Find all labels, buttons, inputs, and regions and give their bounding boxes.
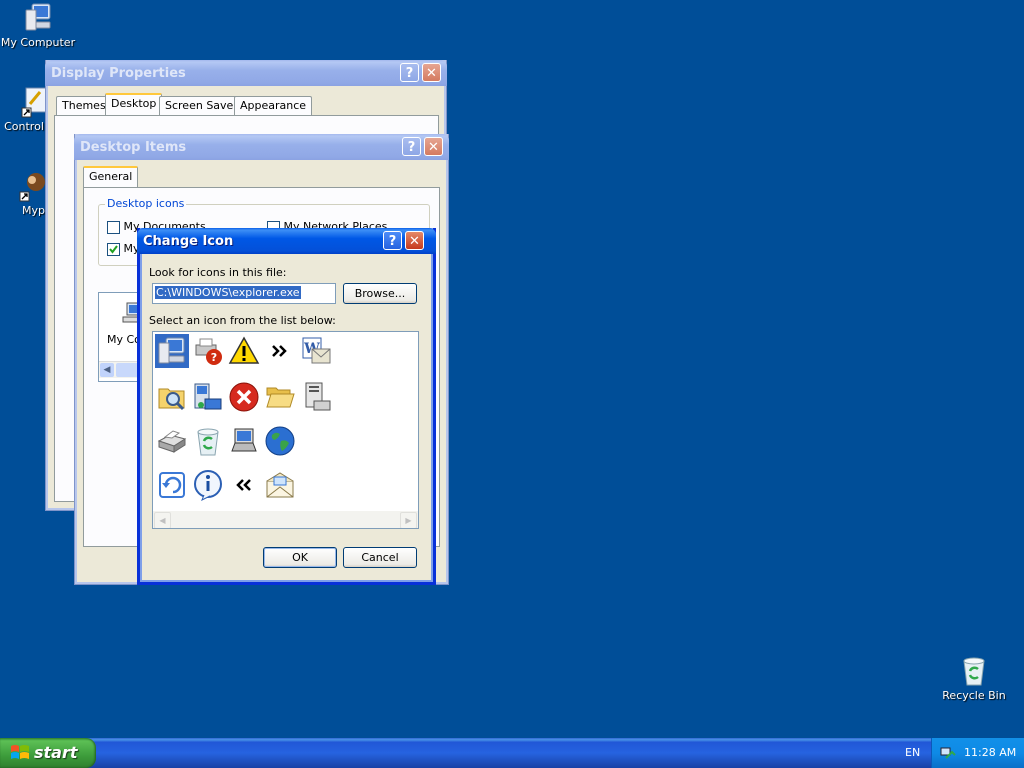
group-label: Desktop icons [105, 197, 187, 210]
tab-desktop[interactable]: Desktop [105, 93, 163, 115]
close-button[interactable]: ✕ [422, 63, 441, 82]
desktop-icon-label: My Computer [0, 36, 76, 49]
look-for-label: Look for icons in this file: [149, 266, 287, 279]
checkbox-box[interactable] [107, 220, 120, 234]
printer-icon[interactable] [155, 424, 189, 458]
clock[interactable]: 11:28 AM [964, 746, 1016, 759]
change-icon-dialog: Change Icon ? ✕ Look for icons in this f… [137, 228, 436, 585]
recycle-bin-icon [958, 655, 990, 687]
language-indicator[interactable]: EN [905, 746, 920, 759]
taskbar: start EN 11:28 AM [0, 738, 1024, 768]
tab-themes[interactable]: Themes [56, 96, 112, 115]
title-bar[interactable]: Desktop Items ? ✕ [74, 134, 449, 160]
cancel-button[interactable]: Cancel [343, 547, 417, 568]
search-folder-icon[interactable] [155, 380, 189, 414]
svg-text:?: ? [211, 351, 217, 364]
checkbox-my[interactable]: My [107, 242, 140, 256]
forward-chevron-icon[interactable] [263, 334, 297, 368]
help-button[interactable]: ? [402, 137, 421, 156]
browse-button[interactable]: Browse... [343, 283, 417, 304]
horizontal-scrollbar[interactable]: ◀ ▶ [153, 511, 418, 528]
recycle-bin-icon[interactable] [191, 424, 225, 458]
error-icon[interactable] [227, 380, 261, 414]
help-button[interactable]: ? [400, 63, 419, 82]
checkmark-icon [109, 244, 118, 254]
tab-screen-saver[interactable]: Screen Saver [159, 96, 244, 115]
ok-button[interactable]: OK [263, 547, 337, 568]
server-tower-icon[interactable] [299, 380, 333, 414]
start-button[interactable]: start [0, 738, 96, 768]
help-button[interactable]: ? [383, 231, 402, 250]
word-document-icon[interactable]: W [299, 334, 333, 368]
close-button[interactable]: ✕ [405, 231, 424, 250]
folder-open-icon[interactable] [263, 380, 297, 414]
scroll-left-button[interactable]: ◀ [154, 512, 171, 528]
network-tray-icon[interactable] [940, 745, 956, 761]
scroll-left-button[interactable]: ◀ [100, 363, 114, 377]
start-label: start [34, 743, 78, 762]
preview-label: My Co [107, 333, 141, 346]
window-title: Display Properties [51, 66, 186, 81]
tab-appearance[interactable]: Appearance [234, 96, 313, 115]
desktop-icon-label: Control [4, 120, 44, 133]
laptop-icon[interactable] [227, 424, 261, 458]
windows-logo-icon [11, 745, 29, 759]
warning-icon[interactable] [227, 334, 261, 368]
title-bar[interactable]: Display Properties ? ✕ [45, 60, 447, 86]
network-icon[interactable] [191, 380, 225, 414]
printer-help-icon[interactable]: ? [191, 334, 225, 368]
title-bar[interactable]: Change Icon ? ✕ [137, 228, 436, 254]
back-chevron-icon[interactable] [227, 468, 261, 502]
file-path-value: C:\WINDOWS\explorer.exe [155, 286, 301, 299]
close-button[interactable]: ✕ [424, 137, 443, 156]
my-computer-icon [22, 2, 54, 34]
mail-icon[interactable] [263, 468, 297, 502]
checkbox-box[interactable] [107, 242, 120, 256]
desktop-icon-my-computer[interactable]: My Computer [0, 2, 76, 49]
select-icon-label: Select an icon from the list below: [149, 314, 336, 327]
back-arrow-icon[interactable] [155, 468, 189, 502]
window-title: Change Icon [143, 234, 234, 249]
file-path-input[interactable]: C:\WINDOWS\explorer.exe [152, 283, 336, 304]
globe-icon[interactable] [263, 424, 297, 458]
info-icon[interactable] [191, 468, 225, 502]
window-title: Desktop Items [80, 140, 187, 155]
tab-general[interactable]: General [83, 166, 139, 188]
scroll-right-button[interactable]: ▶ [400, 512, 417, 528]
icon-list[interactable]: ? W [152, 331, 419, 529]
desktop-icon-label: Recycle Bin [942, 689, 1006, 702]
computer-icon[interactable] [155, 334, 189, 368]
desktop-icon-recycle-bin[interactable]: Recycle Bin [936, 655, 1012, 702]
system-tray: 11:28 AM [931, 738, 1024, 768]
